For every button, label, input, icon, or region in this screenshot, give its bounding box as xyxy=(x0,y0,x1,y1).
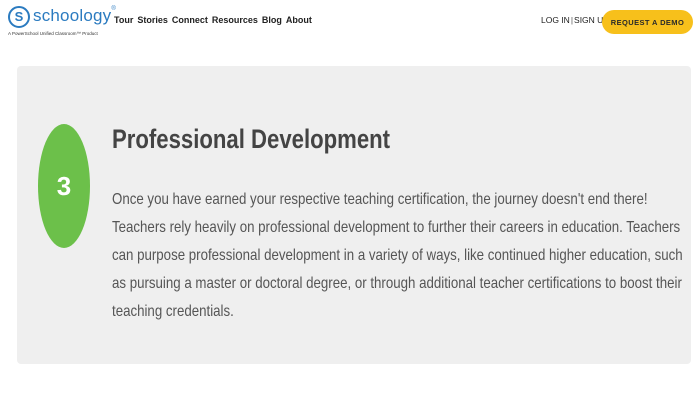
nav-item-about[interactable]: About xyxy=(286,15,312,25)
nav-item-stories[interactable]: Stories xyxy=(137,15,168,25)
card-title: Professional Development xyxy=(112,124,391,154)
login-link[interactable]: LOG IN xyxy=(541,15,570,25)
auth-separator: | xyxy=(570,15,574,25)
nav-item-blog[interactable]: Blog xyxy=(262,15,282,25)
schoology-s-icon: S xyxy=(8,6,30,28)
auth-links: LOG IN | SIGN UP xyxy=(541,15,609,25)
main-nav: Tour Stories Connect Resources Blog Abou… xyxy=(114,15,312,25)
site-header: S schoology® A PowerSchool Unified Class… xyxy=(0,0,700,44)
nav-item-connect[interactable]: Connect xyxy=(172,15,208,25)
nav-item-resources[interactable]: Resources xyxy=(212,15,258,25)
schoology-logo[interactable]: S schoology® A PowerSchool Unified Class… xyxy=(8,6,116,40)
step-card: 3 Professional Development Once you have… xyxy=(17,66,691,364)
card-body-text: Once you have earned your respective tea… xyxy=(112,191,683,320)
request-demo-button[interactable]: REQUEST A DEMO xyxy=(602,10,693,34)
logo-tagline: A PowerSchool Unified Classroom™ Product xyxy=(8,31,98,36)
step-number-badge: 3 xyxy=(38,124,90,248)
logo-wordmark: schoology® xyxy=(33,6,116,25)
trademark-mark: ® xyxy=(111,6,116,12)
nav-item-tour[interactable]: Tour xyxy=(114,15,133,25)
